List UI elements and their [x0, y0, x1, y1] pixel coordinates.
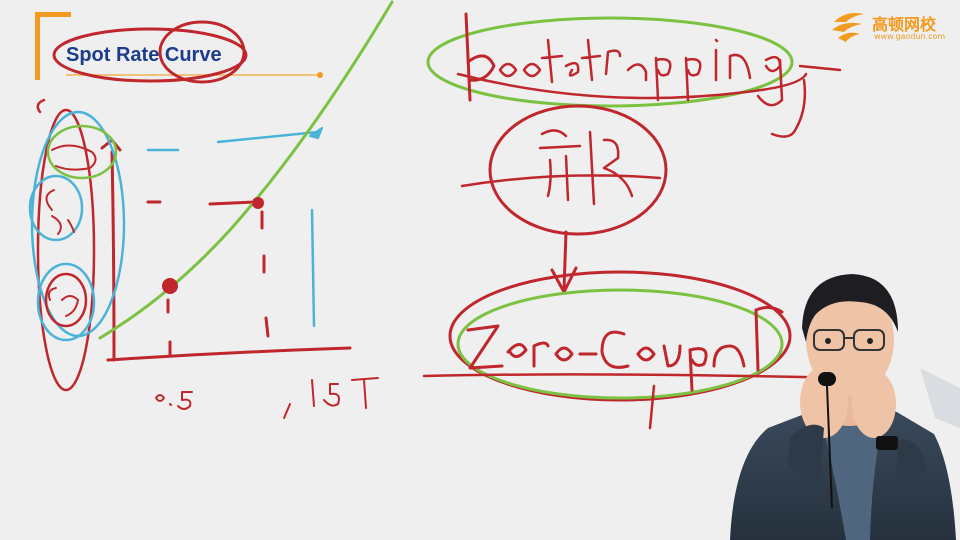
s1-label-scribble [45, 189, 75, 235]
x-axis [106, 346, 352, 362]
method-chinese-scribble [460, 129, 662, 206]
tick-label-0-5 [155, 391, 193, 410]
s-hook-stroke [36, 98, 46, 114]
tick-label-1-5t [311, 377, 379, 409]
s0-5-red-oval [44, 272, 88, 328]
left-eye [825, 338, 831, 344]
presenter-figure [730, 274, 960, 540]
presenter-right-hand [852, 370, 896, 438]
method-red-circle [488, 104, 668, 236]
bootstrapping-red-swoop [456, 72, 808, 100]
zero-coupon-tail [648, 384, 656, 430]
wristwatch-icon [876, 436, 898, 450]
lecture-video-frame: Spot Rate Curve 高顿网校 www.gaodun.com [0, 0, 960, 540]
bootstrapping-letter-b [464, 12, 496, 102]
curve-point-1 [252, 197, 264, 209]
s0-5-label-scribble [47, 287, 79, 317]
blue-dashed-guides [146, 130, 320, 328]
tick-label-1 [283, 403, 291, 419]
microphone-icon [818, 372, 836, 386]
curve-word-red-oval [158, 20, 246, 84]
spot-rates-red-oval [36, 108, 96, 392]
bootstrapping-word [498, 38, 784, 107]
down-arrow [550, 230, 578, 294]
red-dashed-guides [146, 200, 270, 358]
curve-point-0-5 [162, 278, 178, 294]
side-decoration [920, 368, 960, 428]
zero-coupon-word [466, 324, 746, 392]
title-red-oval [52, 27, 248, 83]
right-eye [867, 338, 873, 344]
